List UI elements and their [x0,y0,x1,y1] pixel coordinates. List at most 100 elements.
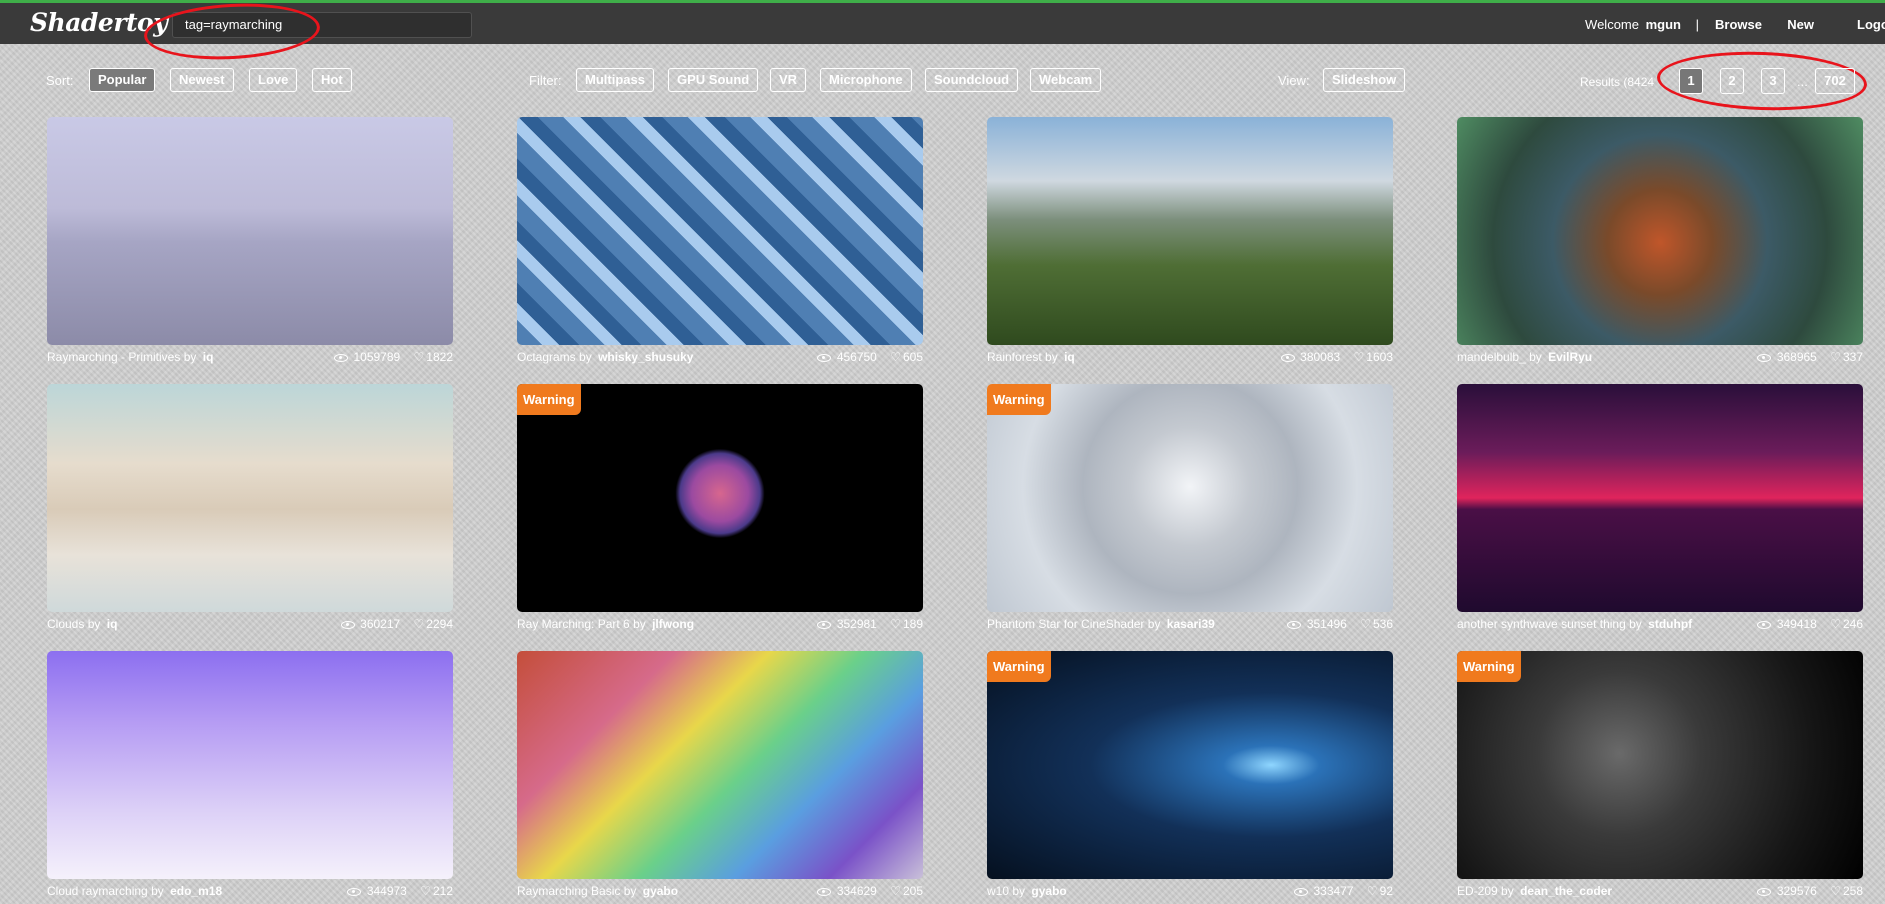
shader-title[interactable]: Phantom Star for CineShader [987,617,1144,631]
shader-thumbnail[interactable] [987,117,1393,345]
filter-vr-button[interactable]: VR [770,68,807,92]
shader-card[interactable]: another synthwave sunset thing by stduhp… [1457,384,1863,633]
shader-title[interactable]: mandelbulb_ [1457,350,1526,364]
shader-card[interactable]: mandelbulb_ by EvilRyu 368965 ♡ 337 [1457,117,1863,366]
shader-thumbnail[interactable] [47,651,453,879]
shader-thumbnail[interactable]: Warning [517,384,923,612]
view-count: 368965 [1776,350,1817,364]
shader-title[interactable]: Raymarching - Primitives [47,350,180,364]
sort-love-button[interactable]: Love [249,68,298,92]
shader-card[interactable]: Warning Phantom Star for CineShader by k… [987,384,1393,633]
page-3-button[interactable]: 3 [1761,68,1785,94]
shader-title[interactable]: Clouds [47,617,84,631]
shader-author[interactable]: jlfwong [652,617,694,631]
filter-microphone-button[interactable]: Microphone [820,68,912,92]
shader-author[interactable]: dean_the_coder [1520,884,1612,898]
shader-card[interactable]: Raymarching - Primitives by iq 1059789 ♡… [47,117,453,366]
shader-title[interactable]: Cloud raymarching [47,884,148,898]
view-slideshow-button[interactable]: Slideshow [1323,68,1406,92]
shader-thumbnail[interactable]: Warning [987,384,1393,612]
shader-card[interactable]: Octagrams by whisky_shusuky 456750 ♡ 605 [517,117,923,366]
by-label: by [633,617,646,631]
shader-author[interactable]: gyabo [643,884,678,898]
by-label: by [87,617,101,631]
shader-title[interactable]: Ray Marching: Part 6 [517,617,630,631]
shader-card[interactable]: Cloud raymarching by edo_m18 344973 ♡ 212 [47,651,453,900]
shader-title[interactable]: ED-209 [1457,884,1498,898]
shader-meta: ED-209 by dean_the_coder 329576 ♡ 258 [1457,882,1863,900]
heart-icon: ♡ [890,617,901,631]
sort-popular-button[interactable]: Popular [89,68,156,92]
results-count: Results (8424 [1580,75,1655,89]
page-1-button[interactable]: 1 [1679,68,1703,94]
by-label: by [1529,350,1542,364]
shader-thumbnail[interactable] [47,384,453,612]
shader-author[interactable]: iq [107,617,118,631]
shader-author[interactable]: iq [203,350,214,364]
logout-link[interactable]: Logo [1857,17,1885,32]
welcome-text: Welcome [1585,17,1639,32]
by-label: by [1045,350,1058,364]
shader-author[interactable]: iq [1064,350,1075,364]
username-link[interactable]: mgun [1646,17,1681,32]
eye-icon [817,620,832,629]
sort-newest-button[interactable]: Newest [170,68,234,92]
shader-meta: Phantom Star for CineShader by kasari39 … [987,615,1393,633]
shader-thumbnail[interactable] [1457,117,1863,345]
shader-card[interactable]: Raymarching Basic by gyabo 334629 ♡ 205 [517,651,923,900]
nav-separator: | [1695,17,1699,32]
warning-badge: Warning [987,384,1051,415]
filter-webcam-button[interactable]: Webcam [1030,68,1102,92]
like-count: 2294 [426,617,453,631]
shader-thumbnail[interactable] [517,117,923,345]
top-bar: Shadertoy tag=raymarching Welcome mgun |… [0,0,1885,44]
shader-title[interactable]: Rainforest [987,350,1042,364]
heart-icon: ♡ [1360,617,1371,631]
shader-thumbnail[interactable] [47,117,453,345]
shader-title[interactable]: Raymarching Basic [517,884,620,898]
view-count: 333477 [1313,884,1354,898]
shader-author[interactable]: whisky_shusuky [598,350,693,364]
view-label: View: [1278,73,1310,88]
filter-multipass-button[interactable]: Multipass [576,68,654,92]
search-input[interactable]: tag=raymarching [172,12,472,38]
pagination-ellipsis: ... [1797,74,1808,89]
shader-meta: Rainforest by iq 380083 ♡ 1603 [987,348,1393,366]
shader-author[interactable]: EvilRyu [1548,350,1592,364]
like-count: 205 [902,884,923,898]
by-label: by [579,350,592,364]
shader-card[interactable]: Warning Ray Marching: Part 6 by jlfwong … [517,384,923,633]
shader-card[interactable]: Warning w10 by gyabo 333477 ♡ 92 [987,651,1393,900]
filter-label: Filter: [529,73,562,88]
shader-card[interactable]: Clouds by iq 360217 ♡ 2294 [47,384,453,633]
shader-meta: w10 by gyabo 333477 ♡ 92 [987,882,1393,900]
view-count: 360217 [360,617,401,631]
shader-thumbnail[interactable] [1457,384,1863,612]
browse-link[interactable]: Browse [1715,17,1762,32]
shadertoy-logo[interactable]: Shadertoy [30,8,168,37]
new-link[interactable]: New [1787,17,1814,32]
eye-icon [817,353,832,362]
shader-author[interactable]: gyabo [1031,884,1066,898]
shader-title[interactable]: Octagrams [517,350,576,364]
shader-card[interactable]: Rainforest by iq 380083 ♡ 1603 [987,117,1393,366]
page-2-button[interactable]: 2 [1720,68,1744,94]
shader-meta: Ray Marching: Part 6 by jlfwong 352981 ♡… [517,615,923,633]
shader-meta: Octagrams by whisky_shusuky 456750 ♡ 605 [517,348,923,366]
filter-soundcloud-button[interactable]: Soundcloud [925,68,1019,92]
sort-hot-button[interactable]: Hot [312,68,352,92]
shader-thumbnail[interactable]: Warning [1457,651,1863,879]
eye-icon [1287,620,1302,629]
shader-card[interactable]: Warning ED-209 by dean_the_coder 329576 … [1457,651,1863,900]
shader-author[interactable]: kasari39 [1167,617,1215,631]
filter-gpu-sound-button[interactable]: GPU Sound [668,68,759,92]
shader-thumbnail[interactable]: Warning [987,651,1393,879]
like-count: 337 [1842,350,1863,364]
shader-author[interactable]: edo_m18 [170,884,222,898]
shader-title[interactable]: w10 [987,884,1009,898]
page-last-button[interactable]: 702 [1815,68,1855,94]
shader-title[interactable]: another synthwave sunset thing [1457,617,1626,631]
shader-author[interactable]: stduhpf [1648,617,1692,631]
shader-thumbnail[interactable] [517,651,923,879]
eye-icon [340,620,355,629]
